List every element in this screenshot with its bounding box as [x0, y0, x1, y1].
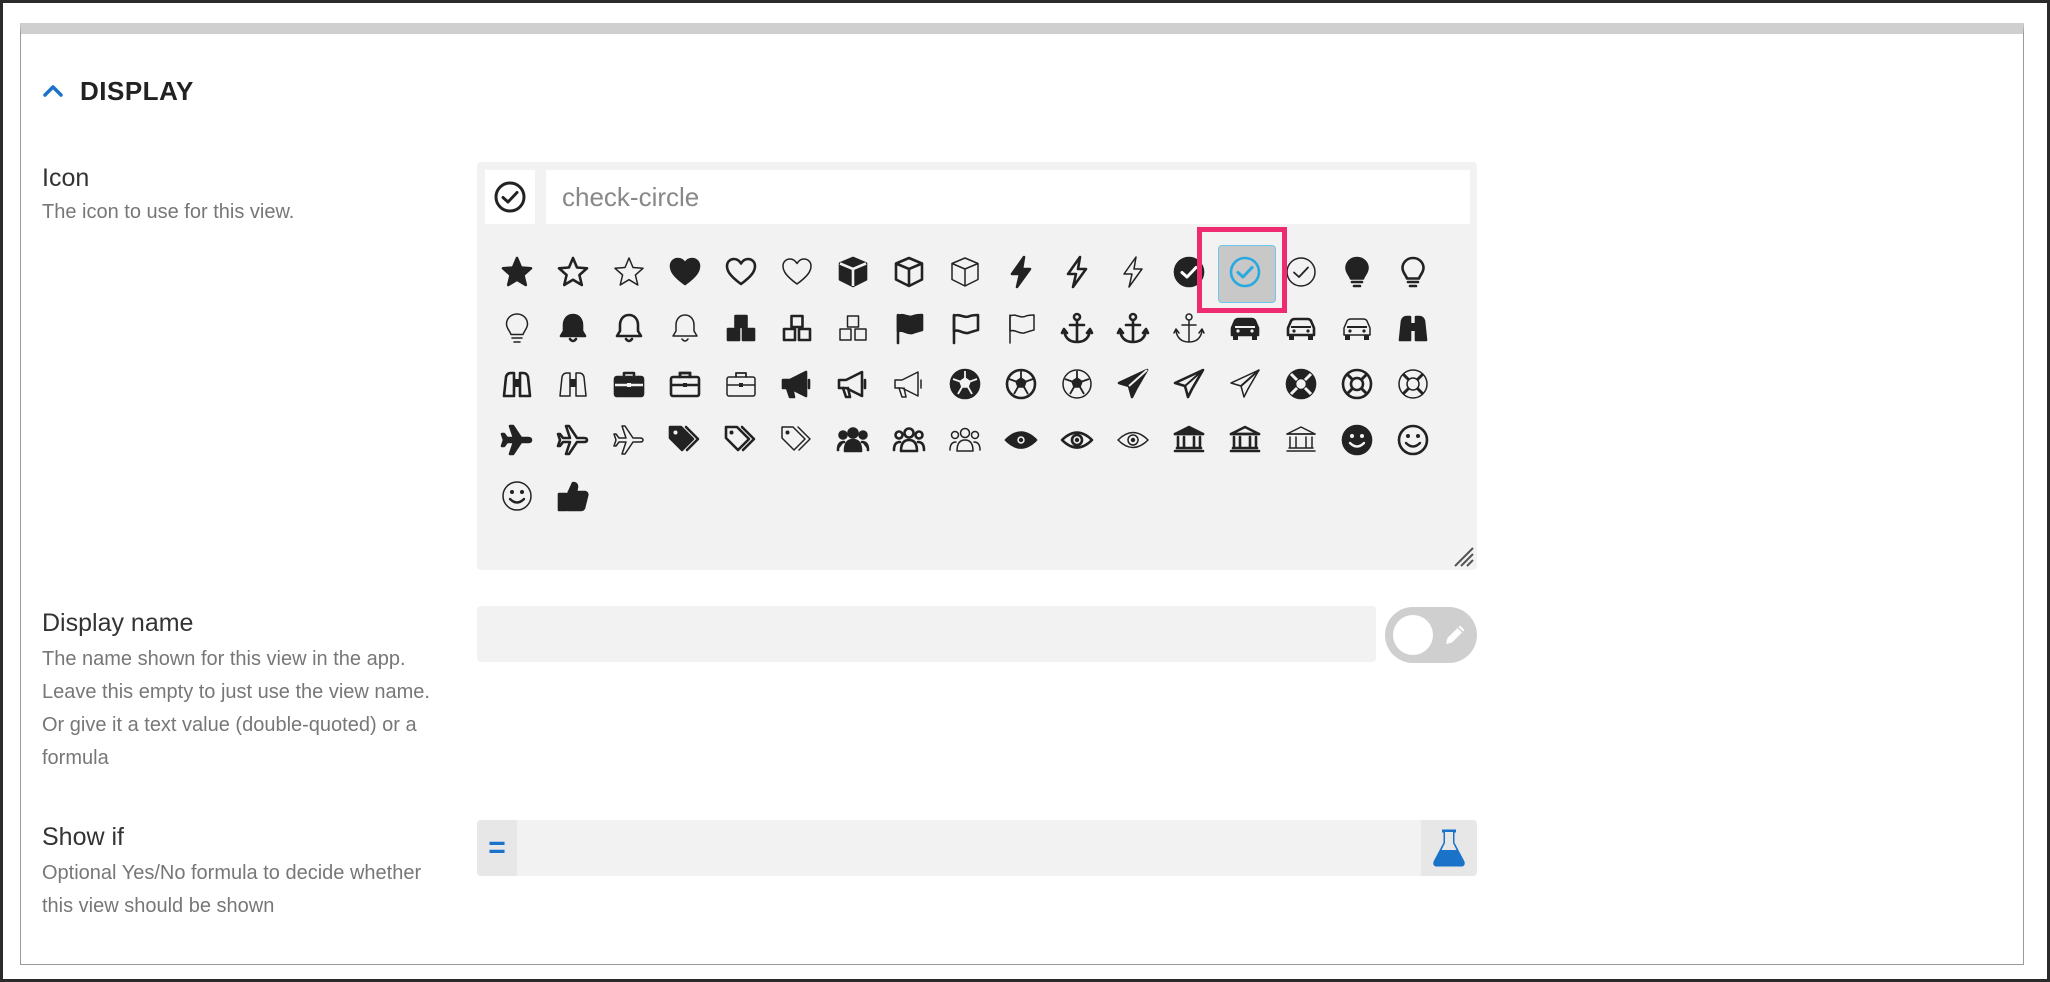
cube-solid-icon[interactable] — [825, 244, 881, 300]
heart-light-icon[interactable] — [769, 244, 825, 300]
bullhorn-regular-icon[interactable] — [825, 356, 881, 412]
bell-light-icon[interactable] — [657, 300, 713, 356]
show-if-formula-field[interactable]: = — [477, 820, 1477, 876]
bell-regular-icon[interactable] — [601, 300, 657, 356]
binoculars-light-icon[interactable] — [545, 356, 601, 412]
cubes-solid-icon[interactable] — [713, 300, 769, 356]
icon-picker — [477, 162, 1477, 570]
display-name-label: Display name — [42, 609, 194, 637]
display-name-input[interactable] — [477, 606, 1376, 662]
lightbulb-light-icon[interactable] — [489, 300, 545, 356]
display-section-header[interactable]: DISPLAY — [40, 66, 194, 116]
chevron-up-icon — [40, 78, 66, 104]
bolt-light-icon[interactable] — [1105, 244, 1161, 300]
flag-light-icon[interactable] — [993, 300, 1049, 356]
bolt-solid-icon[interactable] — [993, 244, 1049, 300]
flag-solid-icon[interactable] — [881, 300, 937, 356]
paper-plane-regular-icon[interactable] — [1161, 356, 1217, 412]
check-circle-icon — [485, 170, 535, 224]
life-ring-regular-icon[interactable] — [1329, 356, 1385, 412]
bell-solid-icon[interactable] — [545, 300, 601, 356]
lightbulb-regular-icon[interactable] — [1385, 244, 1441, 300]
cube-light-icon[interactable] — [937, 244, 993, 300]
bullhorn-solid-icon[interactable] — [769, 356, 825, 412]
university-light-icon[interactable] — [1273, 412, 1329, 468]
heart-solid-icon[interactable] — [657, 244, 713, 300]
cube-regular-icon[interactable] — [881, 244, 937, 300]
star-light-icon[interactable] — [601, 244, 657, 300]
plane-regular-icon[interactable] — [545, 412, 601, 468]
smile-solid-icon[interactable] — [1329, 412, 1385, 468]
icon-grid — [489, 244, 1469, 524]
resize-handle-icon[interactable] — [1449, 542, 1475, 568]
plane-solid-icon[interactable] — [489, 412, 545, 468]
car-light-icon[interactable] — [1329, 300, 1385, 356]
university-solid-icon[interactable] — [1161, 412, 1217, 468]
tags-solid-icon[interactable] — [657, 412, 713, 468]
futbol-solid-icon[interactable] — [937, 356, 993, 412]
icon-search-input[interactable] — [546, 170, 1470, 224]
pencil-icon — [1446, 625, 1465, 644]
eye-light-icon[interactable] — [1105, 412, 1161, 468]
briefcase-light-icon[interactable] — [713, 356, 769, 412]
bolt-regular-icon[interactable] — [1049, 244, 1105, 300]
university-regular-icon[interactable] — [1217, 412, 1273, 468]
icon-field-help: The icon to use for this view. — [42, 201, 295, 223]
check-circle-solid-icon[interactable] — [1161, 244, 1217, 300]
smile-light-icon[interactable] — [489, 468, 545, 524]
icon-field-label: Icon — [42, 164, 90, 192]
life-ring-solid-icon[interactable] — [1273, 356, 1329, 412]
formula-prefix: = — [477, 820, 517, 876]
users-light-icon[interactable] — [937, 412, 993, 468]
lightbulb-solid-icon[interactable] — [1329, 244, 1385, 300]
users-regular-icon[interactable] — [881, 412, 937, 468]
anchor-regular-icon[interactable] — [1105, 300, 1161, 356]
check-circle-regular-icon[interactable] — [1217, 244, 1276, 303]
display-name-help: The name shown for this view in the app.… — [42, 648, 430, 769]
section-title: DISPLAY — [80, 75, 194, 106]
check-circle-light-icon[interactable] — [1273, 244, 1329, 300]
show-if-help: Optional Yes/No formula to decide whethe… — [42, 862, 422, 917]
futbol-light-icon[interactable] — [1049, 356, 1105, 412]
bullhorn-light-icon[interactable] — [881, 356, 937, 412]
tags-regular-icon[interactable] — [713, 412, 769, 468]
heart-regular-icon[interactable] — [713, 244, 769, 300]
flask-icon[interactable] — [1421, 820, 1477, 876]
cubes-light-icon[interactable] — [825, 300, 881, 356]
show-if-label: Show if — [42, 823, 124, 851]
anchor-light-icon[interactable] — [1161, 300, 1217, 356]
eye-solid-icon[interactable] — [993, 412, 1049, 468]
plane-light-icon[interactable] — [601, 412, 657, 468]
paper-plane-solid-icon[interactable] — [1105, 356, 1161, 412]
star-solid-icon[interactable] — [489, 244, 545, 300]
car-regular-icon[interactable] — [1273, 300, 1329, 356]
cubes-regular-icon[interactable] — [769, 300, 825, 356]
binoculars-regular-icon[interactable] — [489, 356, 545, 412]
toggle-knob — [1393, 615, 1433, 655]
formula-toggle[interactable] — [1385, 607, 1477, 663]
car-solid-icon[interactable] — [1217, 300, 1273, 356]
life-ring-light-icon[interactable] — [1385, 356, 1441, 412]
tags-light-icon[interactable] — [769, 412, 825, 468]
eye-regular-icon[interactable] — [1049, 412, 1105, 468]
smile-regular-icon[interactable] — [1385, 412, 1441, 468]
thumbs-up-solid-icon[interactable] — [545, 468, 601, 524]
briefcase-solid-icon[interactable] — [601, 356, 657, 412]
flag-regular-icon[interactable] — [937, 300, 993, 356]
anchor-solid-icon[interactable] — [1049, 300, 1105, 356]
paper-plane-light-icon[interactable] — [1217, 356, 1273, 412]
futbol-regular-icon[interactable] — [993, 356, 1049, 412]
binoculars-solid-icon[interactable] — [1385, 300, 1441, 356]
star-regular-icon[interactable] — [545, 244, 601, 300]
users-solid-icon[interactable] — [825, 412, 881, 468]
briefcase-regular-icon[interactable] — [657, 356, 713, 412]
